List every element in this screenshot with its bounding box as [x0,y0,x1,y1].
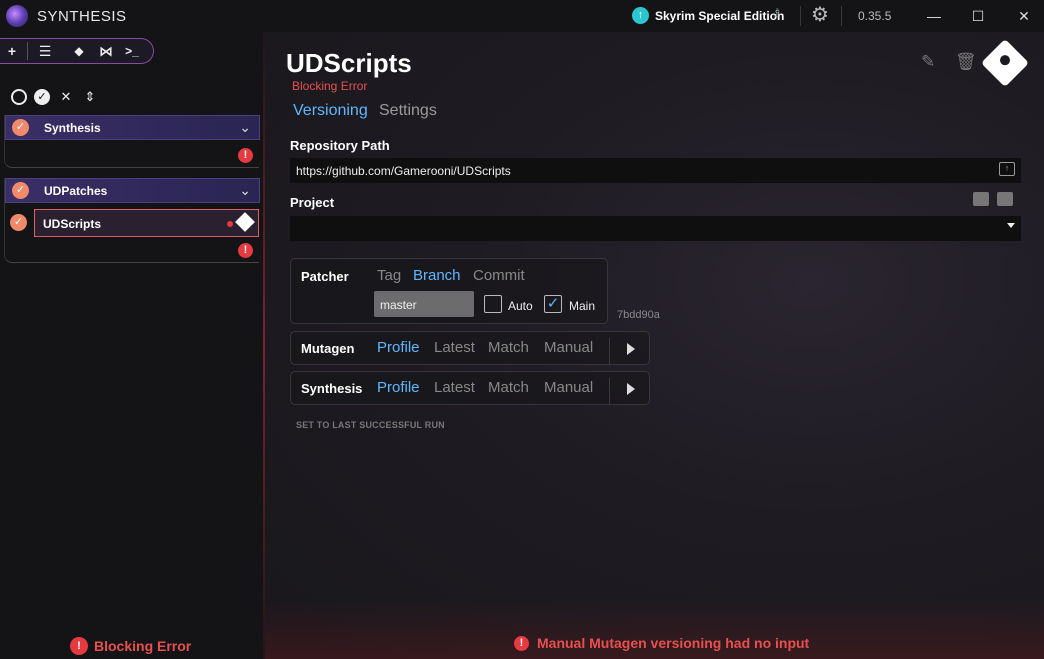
option-tag[interactable]: Tag [377,267,401,284]
error-icon: ! [514,635,529,651]
main-checkbox[interactable]: ✓ [544,295,562,313]
card-title: Mutagen [301,341,355,356]
tab-versioning[interactable]: Versioning [293,102,368,120]
status-message: Manual Mutagen versioning had no input [537,635,810,651]
maximize-icon[interactable]: ☐ [966,4,990,28]
title-bar: SYNTHESIS ↑ Skyrim Special Edition ♗ ⚙ 0… [0,0,1044,32]
group-title: Synthesis [44,121,101,135]
git-icon[interactable]: ◆ [69,41,89,61]
project-select[interactable] [290,216,1021,241]
patcher-label: UDScripts [43,217,102,231]
left-error-status: ! Blocking Error [70,637,191,655]
group-header[interactable]: ✓ Synthesis ⌄ [5,115,260,140]
open-url-icon[interactable]: ↑ [999,162,1015,176]
game-update-icon[interactable]: ↑ [632,7,649,24]
titlebar-divider [800,6,801,26]
titlebar-divider [841,6,842,26]
option-commit[interactable]: Commit [473,267,525,284]
mutagen-version-card: Mutagen Profile Latest Match Manual [290,331,650,365]
error-icon: ! [70,637,88,655]
check-icon[interactable]: ✓ [10,214,27,231]
branch-value: master [380,298,417,312]
collapse-all-icon[interactable]: ✕ [58,89,74,105]
expand-all-icon[interactable]: ⇕ [82,89,98,105]
option-match[interactable]: Match [488,379,529,396]
edit-icon[interactable]: ✎ [921,52,935,72]
branch-input[interactable]: master [374,291,474,317]
option-match[interactable]: Match [488,339,529,356]
option-branch[interactable]: Branch [413,267,461,284]
chevron-down-icon[interactable]: ⌄ [239,119,251,136]
commit-hash: 7bdd90a [617,309,660,321]
card-title: Synthesis [301,381,363,396]
error-dot-icon [227,221,233,227]
play-icon[interactable] [627,343,635,355]
set-last-successful-button[interactable]: SET TO LAST SUCCESSFUL RUN [296,420,445,430]
status-subtitle: Blocking Error [292,79,368,93]
option-manual[interactable]: Manual [544,379,593,396]
option-manual[interactable]: Manual [544,339,593,356]
select-all-icon[interactable]: ✓ [34,89,50,105]
git-logo-inner [997,53,1013,68]
app-title: SYNTHESIS [37,8,127,25]
main-label: Main [569,299,596,313]
error-icon: ! [238,243,253,258]
patcher-toolbar: + ☰ ◆ ⋈ >_ [0,38,154,64]
add-icon[interactable]: + [2,41,22,61]
game-mod-icon: ♗ [772,6,783,20]
app-logo-icon [6,5,28,27]
repository-label: Repository Path [290,138,390,153]
auto-label: Auto [508,299,533,313]
left-error-text: Blocking Error [94,638,192,654]
card-title: Patcher [301,269,349,284]
group-header[interactable]: ✓ UDPatches ⌄ [5,178,260,203]
visual-studio-icon[interactable]: ⋈ [96,41,116,61]
tab-settings[interactable]: Settings [379,102,437,120]
minimize-icon[interactable]: — [922,4,946,28]
repository-input[interactable]: https://github.com/Gamerooni/UDScripts ↑ [290,158,1021,183]
option-profile[interactable]: Profile [377,339,420,356]
sidebar-item-udscripts[interactable]: UDScripts [34,209,259,237]
option-latest[interactable]: Latest [434,379,475,396]
patcher-version-card: Patcher Tag Branch Commit master Auto ✓ … [290,258,608,324]
game-name[interactable]: Skyrim Special Edition [655,9,784,23]
chevron-down-icon[interactable]: ⌄ [239,182,251,199]
project-label: Project [290,195,335,210]
card-divider [609,338,610,364]
play-icon[interactable] [627,383,635,395]
auto-checkbox[interactable] [484,295,502,313]
version-label: 0.35.5 [858,9,892,23]
status-bar: ! Manual Mutagen versioning had no input [514,635,809,651]
synthesis-version-card: Synthesis Profile Latest Match Manual [290,371,650,405]
close-icon[interactable]: ✕ [1012,4,1036,28]
repository-value: https://github.com/Gamerooni/UDScripts [296,164,511,178]
error-icon: ! [238,148,253,163]
gear-icon[interactable]: ⚙ [811,5,829,25]
check-icon[interactable]: ✓ [12,119,29,136]
save-icon[interactable] [997,192,1013,206]
chevron-down-icon [1007,223,1015,228]
option-profile[interactable]: Profile [377,379,420,396]
card-divider [609,378,610,404]
terminal-icon[interactable]: >_ [122,41,142,61]
trash-icon[interactable]: 🗑 [955,52,977,72]
option-latest[interactable]: Latest [434,339,475,356]
deselect-all-icon[interactable] [11,89,27,105]
group-title: UDPatches [44,184,108,198]
group-synthesis: ✓ Synthesis ⌄ ! [4,115,260,168]
group-icon[interactable]: ☰ [35,41,55,61]
check-icon[interactable]: ✓ [12,182,29,199]
git-icon [235,212,255,232]
folder-icon[interactable] [973,192,989,206]
page-title: UDScripts [286,48,412,78]
toolbar-divider [27,42,28,60]
